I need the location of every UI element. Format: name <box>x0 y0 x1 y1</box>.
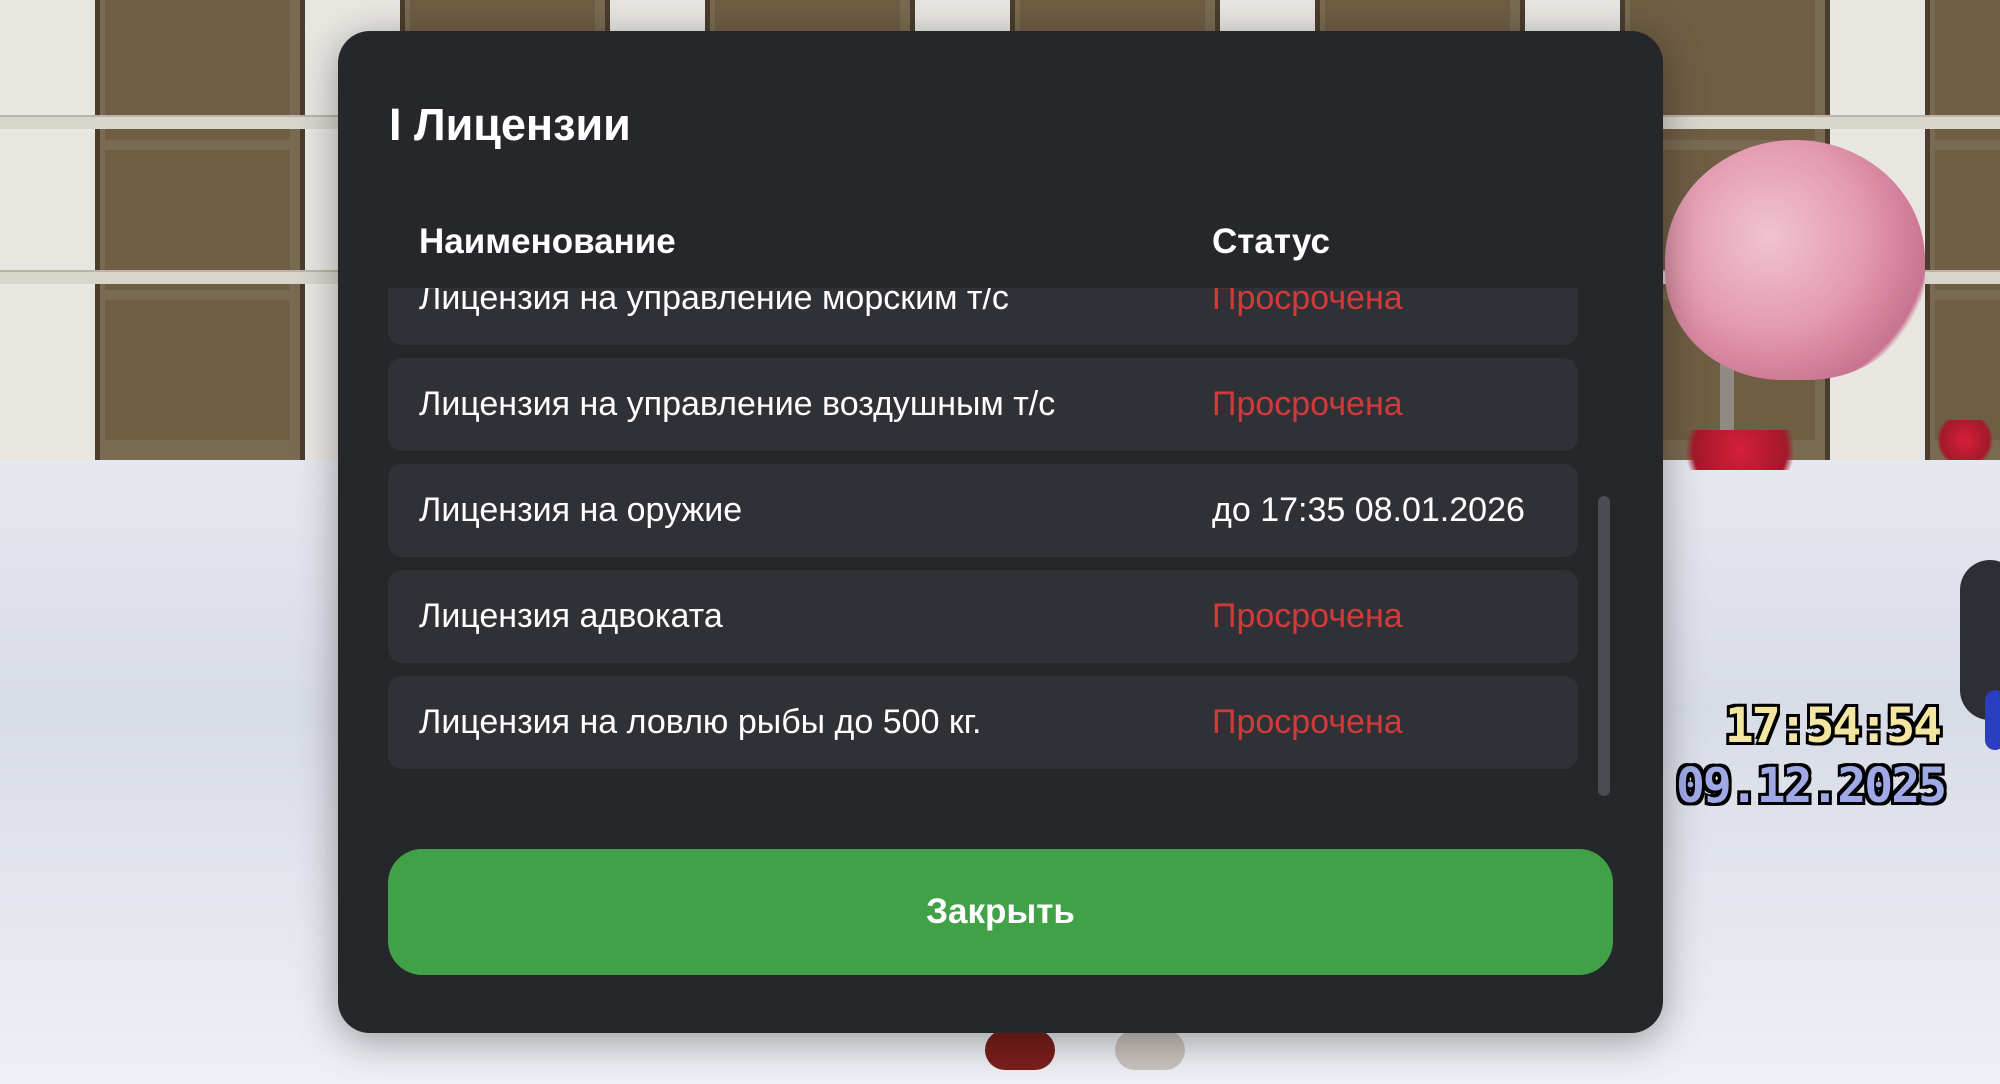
licenses-dialog: I Лицензии Наименование Статус Лицензия … <box>338 31 1663 1033</box>
list-scrollbar[interactable] <box>1598 496 1610 796</box>
blossom-tree <box>1665 140 1925 380</box>
flower-bed <box>1930 420 2000 460</box>
player-foot <box>1115 1030 1185 1070</box>
license-status: Просрочена <box>1212 288 1403 317</box>
license-status: Просрочена <box>1212 385 1403 423</box>
license-status: до 17:35 08.01.2026 <box>1212 491 1525 529</box>
license-name: Лицензия на оружие <box>419 491 743 529</box>
license-status: Просрочена <box>1212 703 1403 741</box>
scrollbar-thumb[interactable] <box>1598 496 1610 796</box>
license-row: Лицензия на управление воздушным т/с Про… <box>388 358 1578 451</box>
license-row: Лицензия адвоката Просрочена <box>388 570 1578 663</box>
player-foot <box>985 1030 1055 1070</box>
license-name: Лицензия на управление воздушным т/с <box>419 385 1056 423</box>
hud-clock: 17:54:54 09.12.2025 <box>1676 698 1947 814</box>
licenses-list[interactable]: Лицензия на управление морским т/с Проср… <box>388 288 1618 836</box>
motorbike-part <box>1985 690 2000 750</box>
license-row: Лицензия на ловлю рыбы до 500 кг. Просро… <box>388 676 1578 769</box>
license-row: Лицензия на оружие до 17:35 08.01.2026 <box>388 464 1578 557</box>
column-header-name: Наименование <box>419 222 676 261</box>
license-name: Лицензия адвоката <box>419 597 723 635</box>
flower-bed <box>1665 430 1815 470</box>
license-status: Просрочена <box>1212 597 1403 635</box>
license-name: Лицензия на ловлю рыбы до 500 кг. <box>419 703 982 741</box>
hud-date: 09.12.2025 <box>1676 758 1947 814</box>
dialog-title: I Лицензии <box>389 99 631 150</box>
column-header-status: Статус <box>1212 222 1330 261</box>
hud-time: 17:54:54 <box>1724 698 1942 754</box>
close-button[interactable]: Закрыть <box>388 849 1613 975</box>
license-name: Лицензия на управление морским т/с <box>419 288 1009 317</box>
license-row: Лицензия на управление морским т/с Проср… <box>388 288 1578 345</box>
